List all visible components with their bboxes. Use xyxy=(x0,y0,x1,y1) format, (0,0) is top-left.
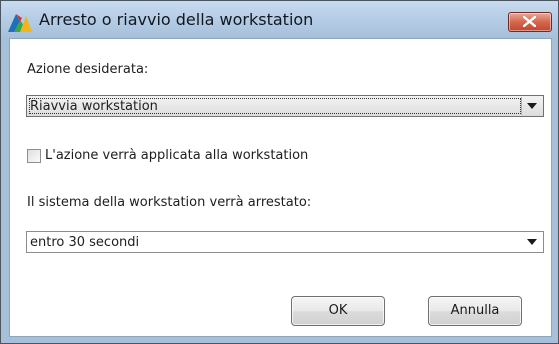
dialog-window: Arresto o riavvio della workstation Azio… xyxy=(0,0,559,344)
apply-checkbox-label[interactable]: L'azione verrà applicata alla workstatio… xyxy=(45,148,308,163)
chevron-down-icon[interactable] xyxy=(527,103,537,109)
action-dropdown-value: Riavvia workstation xyxy=(30,99,158,114)
ok-button[interactable]: OK xyxy=(291,296,385,326)
timing-label: Il sistema della workstation verrà arres… xyxy=(27,195,312,210)
dropdown-separator xyxy=(521,97,522,115)
timing-dropdown[interactable]: entro 30 secondi xyxy=(26,231,544,253)
title-bar[interactable]: Arresto o riavvio della workstation xyxy=(1,1,558,38)
close-icon xyxy=(523,16,536,27)
apply-checkbox[interactable] xyxy=(27,149,41,163)
close-button[interactable] xyxy=(508,12,552,32)
avg-logo-icon xyxy=(8,12,32,32)
window-title: Arresto o riavvio della workstation xyxy=(39,10,314,29)
action-label: Azione desiderata: xyxy=(27,62,149,77)
action-dropdown[interactable]: Riavvia workstation xyxy=(26,95,544,117)
dialog-content: Azione desiderata: Riavvia workstation L… xyxy=(9,38,552,337)
timing-dropdown-value: entro 30 secondi xyxy=(30,235,140,250)
cancel-button[interactable]: Annulla xyxy=(428,296,522,326)
chevron-down-icon[interactable] xyxy=(527,239,537,245)
